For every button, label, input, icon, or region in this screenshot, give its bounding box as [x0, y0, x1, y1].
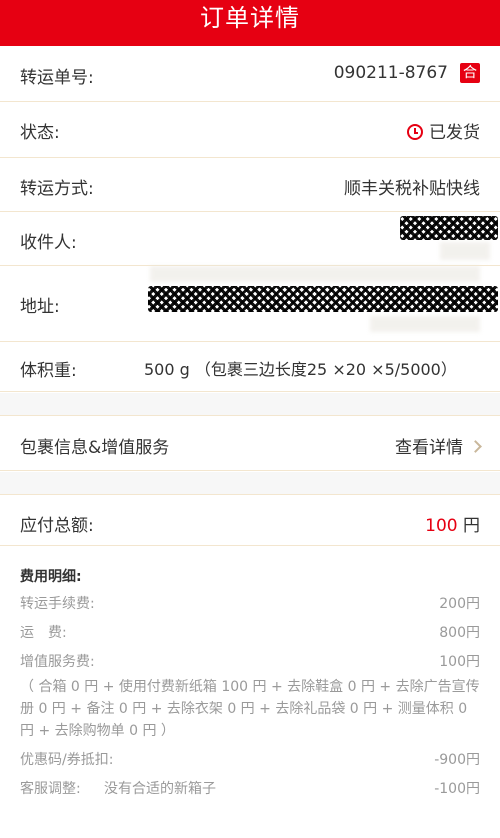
combined-badge: 合	[460, 63, 480, 83]
tracking-value-wrap: 090211-8767 合	[334, 63, 480, 83]
clock-icon	[407, 124, 423, 140]
total-row: 应付总额: 100 円	[0, 494, 500, 546]
recipient-label: 收件人:	[20, 233, 77, 253]
total-value-wrap: 100 円	[425, 511, 480, 536]
weight-value: 500 g （包裹三边长度25 ×20 ×5/5000）	[144, 360, 457, 379]
page-title: 订单详情	[200, 4, 300, 32]
weight-row: 体积重: 500 g （包裹三边长度25 ×20 ×5/5000）	[0, 342, 500, 392]
fee-item-value: 800円	[439, 625, 480, 641]
total-amount: 100	[425, 516, 458, 536]
fee-breakdown-title: 费用明细:	[20, 569, 82, 585]
weight-label: 体积重:	[20, 361, 77, 381]
shipping-method-label: 转运方式:	[20, 179, 94, 199]
package-info-row[interactable]: 包裹信息&增值服务 查看详情	[0, 415, 500, 471]
address-blur-bottom	[370, 316, 480, 332]
status-value-wrap: 已发货	[407, 118, 480, 143]
section-gap-1	[0, 393, 500, 415]
recipient-row: 收件人:	[0, 212, 500, 266]
recipient-blur	[440, 242, 490, 260]
fee-item-value: 100円	[439, 654, 480, 670]
fee-item-label: 运 费:	[20, 625, 67, 641]
tracking-number: 090211-8767	[333, 63, 448, 83]
fee-item-label: 转运手续费:	[20, 596, 95, 612]
fee-item-label: 增值服务费:	[20, 654, 95, 670]
adjustment-label: 客服调整:	[20, 781, 81, 797]
address-blur-top	[150, 266, 480, 282]
tracking-label: 转运单号:	[20, 68, 94, 88]
total-unit: 円	[463, 516, 480, 536]
discount-value: -900円	[434, 752, 480, 768]
package-info-label: 包裹信息&增值服务	[20, 438, 170, 458]
address-row: 地址:	[0, 266, 500, 342]
address-redacted	[148, 286, 498, 312]
shipping-method-value: 顺丰关税补贴快线	[344, 179, 480, 199]
view-details-link[interactable]: 查看详情	[395, 433, 482, 458]
page-header: 订单详情	[0, 0, 500, 46]
status-row: 状态: 已发货	[0, 102, 500, 158]
adjustment-remark: 没有合适的新箱子	[104, 781, 216, 797]
value-added-breakdown-note: （ 合箱 0 円 + 使用付费新纸箱 100 円 + 去除鞋盒 0 円 + 去除…	[20, 679, 480, 739]
fee-item-value: 200円	[439, 596, 480, 612]
total-label: 应付总额:	[20, 516, 94, 536]
section-gap-2	[0, 472, 500, 494]
address-label: 地址:	[20, 297, 60, 317]
discount-label: 优惠码/券抵扣:	[20, 752, 114, 768]
status-badge: 已发货	[429, 123, 480, 143]
tracking-row: 转运单号: 090211-8767 合	[0, 46, 500, 102]
shipping-method-row: 转运方式: 顺丰关税补贴快线	[0, 158, 500, 212]
adjustment-value: -100円	[434, 781, 480, 797]
view-details-label: 查看详情	[395, 438, 463, 458]
recipient-redacted	[400, 216, 498, 240]
chevron-right-icon	[469, 440, 482, 453]
status-label: 状态:	[20, 123, 60, 143]
